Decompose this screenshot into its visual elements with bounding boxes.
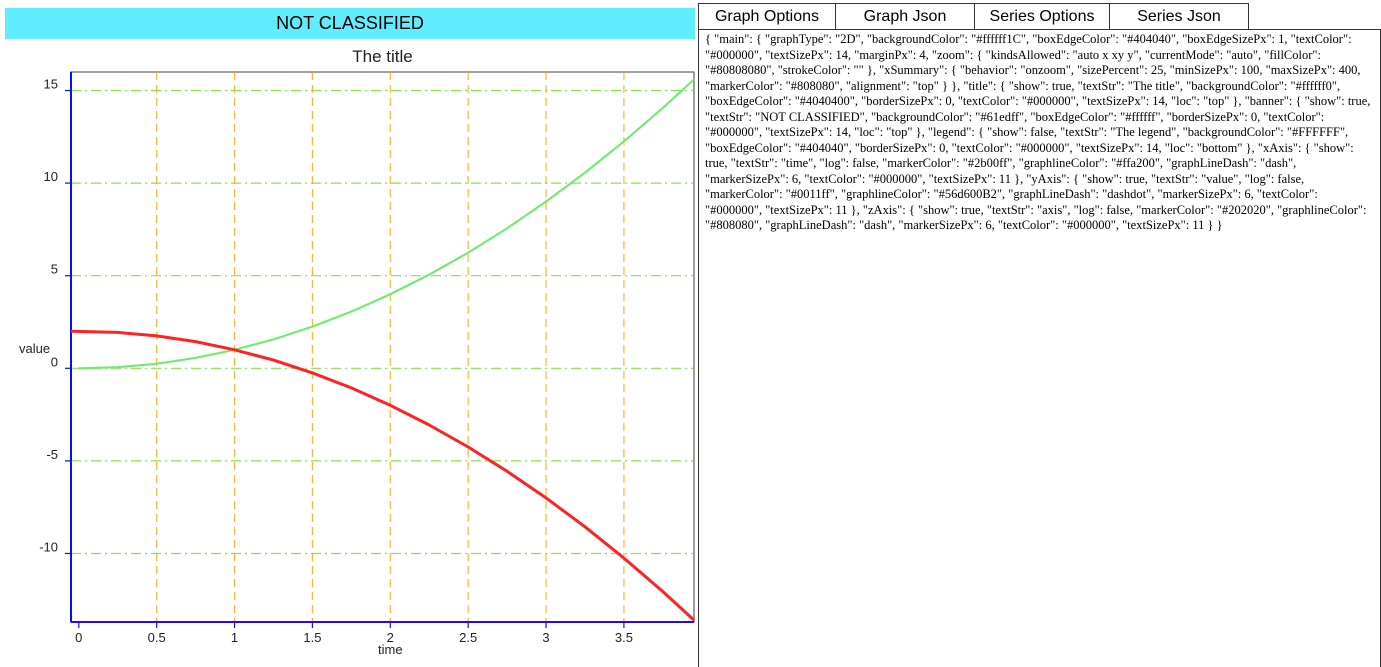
x-tick-label: 3 xyxy=(542,630,549,645)
tab-series-json[interactable]: Series Json xyxy=(1109,3,1249,30)
x-tick-label: 2.5 xyxy=(459,630,477,645)
y-axis-label: value xyxy=(19,341,50,356)
x-tick-label: 0.5 xyxy=(148,630,166,645)
x-tick-label: 1.5 xyxy=(303,630,321,645)
y-tick-label: -5 xyxy=(46,447,58,462)
x-tick-label: 3.5 xyxy=(615,630,633,645)
tab-bar: Graph Options Graph Json Series Options … xyxy=(698,3,1249,30)
y-tick-label: 15 xyxy=(44,77,58,92)
graph-json-panel: { "main": { "graphType": "2D", "backgrou… xyxy=(698,29,1381,667)
line-chart[interactable]: The title151050-5-100 0.5 1 1.5 2 2.5 3 3.5time… xyxy=(0,0,700,667)
graph-json-text: { "main": { "graphType": "2D", "backgrou… xyxy=(705,32,1371,232)
options-pane: Graph Options Graph Json Series Options … xyxy=(698,0,1381,667)
y-tick-label: 5 xyxy=(51,262,58,277)
series-line-0 xyxy=(78,78,695,370)
tab-graph-json[interactable]: Graph Json xyxy=(835,3,975,30)
chart-pane: NOT CLASSIFIED The title 15 10 5 0 -5 -10 0 0.5 1… xyxy=(0,0,700,667)
series-line-1 xyxy=(70,329,696,622)
y-tick-label: 10 xyxy=(44,169,58,184)
y-tick-label: -10 xyxy=(39,539,58,554)
x-tick-label: 0 xyxy=(75,630,82,645)
tab-series-options[interactable]: Series Options xyxy=(974,3,1110,30)
x-tick-label: 1 xyxy=(231,630,238,645)
y-tick-label: 0 xyxy=(51,354,58,369)
tab-graph-options[interactable]: Graph Options xyxy=(698,3,836,30)
chart-title: The title xyxy=(352,47,412,66)
x-axis-label: time xyxy=(378,642,403,657)
